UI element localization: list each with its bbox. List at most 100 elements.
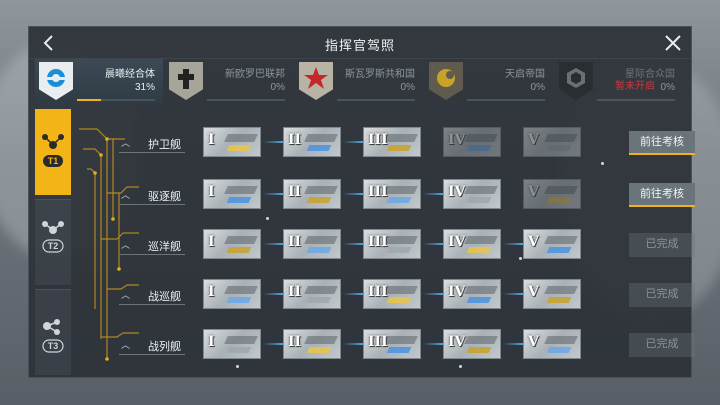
completed-label: 已完成 <box>629 283 695 307</box>
chevron-up-icon: ︿ <box>121 138 131 148</box>
ship-art <box>304 134 338 142</box>
license-level-card[interactable]: IV <box>443 279 501 309</box>
license-level-card[interactable]: IV <box>443 329 501 359</box>
license-level-card[interactable]: V <box>523 329 581 359</box>
faction-tab-3[interactable]: 斯瓦罗斯共和国 0% <box>295 59 423 105</box>
ship-class-button[interactable]: ︿ 护卫舰 <box>119 133 185 153</box>
ship-class-name: 战巡舰 <box>148 291 181 303</box>
ship-art <box>306 347 332 353</box>
tier-tab-t2[interactable]: T2 <box>35 199 71 285</box>
crest-emblem-icon <box>437 69 455 87</box>
ship-class-button[interactable]: ︿ 战列舰 <box>119 335 185 355</box>
ship-art <box>306 197 332 203</box>
progress-arrow <box>263 291 288 297</box>
ship-art <box>384 134 418 142</box>
license-level-card[interactable]: IV <box>443 127 501 157</box>
chevron-up-icon: ︿ <box>121 190 131 200</box>
license-level-card[interactable]: II <box>283 329 341 359</box>
tier-node-icon: T2 <box>42 221 64 253</box>
ship-art <box>544 336 578 344</box>
progress-arrow <box>343 241 368 247</box>
ship-art <box>224 134 258 142</box>
ship-art <box>464 236 498 244</box>
license-level-card[interactable]: V <box>523 229 581 259</box>
license-level-card[interactable]: I <box>203 179 261 209</box>
progress-arrow <box>423 191 448 197</box>
faction-emblem <box>559 62 593 100</box>
ship-class-button[interactable]: ︿ 驱逐舰 <box>119 185 185 205</box>
license-level-card[interactable]: I <box>203 279 261 309</box>
faction-progress: 0% <box>530 82 545 93</box>
progress-arrow <box>263 139 288 145</box>
go-assess-button[interactable]: 前往考核 <box>629 131 695 155</box>
level-numeral: IV <box>448 132 466 148</box>
license-level-card[interactable]: III <box>363 279 421 309</box>
faction-tab-2[interactable]: 新欧罗巴联邦 0% <box>165 59 293 105</box>
license-level-card[interactable]: III <box>363 127 421 157</box>
license-level-card[interactable]: III <box>363 329 421 359</box>
ship-art <box>546 297 572 303</box>
faction-tab-1[interactable]: 晨曦经合体 31% <box>35 59 163 105</box>
license-level-card[interactable]: V <box>523 279 581 309</box>
close-icon <box>665 35 681 51</box>
license-level-card[interactable]: II <box>283 127 341 157</box>
license-level-card[interactable]: I <box>203 229 261 259</box>
license-level-card[interactable]: IV <box>443 229 501 259</box>
ship-art <box>226 297 252 303</box>
ship-row: ︿ 巡洋舰 I II III IV V 已完成 <box>119 225 695 265</box>
level-numeral: III <box>368 234 388 250</box>
ship-art <box>224 336 258 344</box>
sparkle <box>266 217 269 220</box>
level-numeral: V <box>528 334 539 350</box>
star-emblem-icon <box>304 67 328 89</box>
level-numeral: IV <box>448 334 466 350</box>
ship-art <box>466 347 492 353</box>
faction-tab-4[interactable]: 天启帝国 0% <box>425 59 553 105</box>
faction-emblem <box>429 62 463 100</box>
ship-class-button[interactable]: ︿ 战巡舰 <box>119 285 185 305</box>
ship-class-name: 战列舰 <box>148 341 181 353</box>
ship-art <box>386 297 412 303</box>
ship-art <box>384 186 418 194</box>
license-level-card[interactable]: V <box>523 127 581 157</box>
ship-art <box>306 247 332 253</box>
level-numeral: II <box>288 184 302 200</box>
ship-art <box>546 197 572 203</box>
level-numeral: III <box>368 184 388 200</box>
ship-art <box>464 286 498 294</box>
ship-art <box>544 236 578 244</box>
license-panel: 指挥官驾照 晨曦经合体 31% 新欧罗巴联邦 0% 斯瓦罗斯共和国 0% 天启帝… <box>28 26 695 378</box>
tier-node-icon: T3 <box>42 319 64 353</box>
level-numeral: IV <box>448 184 466 200</box>
license-level-card[interactable]: IV <box>443 179 501 209</box>
ship-art <box>466 247 492 253</box>
go-assess-button[interactable]: 前往考核 <box>629 183 695 207</box>
tier-tab-t1[interactable]: T1 <box>35 109 71 195</box>
license-level-card[interactable]: II <box>283 179 341 209</box>
ship-art <box>304 236 338 244</box>
license-level-card[interactable]: II <box>283 279 341 309</box>
faction-tab-5[interactable]: 星际合众国 暂未开启 0% <box>555 59 683 105</box>
faction-name: 天启帝国 <box>505 69 545 80</box>
tier-label: T1 <box>48 156 59 166</box>
license-level-card[interactable]: III <box>363 179 421 209</box>
ship-art <box>544 286 578 294</box>
license-level-card[interactable]: III <box>363 229 421 259</box>
sparkle <box>236 365 239 368</box>
faction-emblem <box>299 62 333 100</box>
ship-art <box>226 347 252 353</box>
progress-arrow <box>503 341 528 347</box>
license-level-card[interactable]: II <box>283 229 341 259</box>
faction-progress: 0% <box>400 82 415 93</box>
tier-tab-t3[interactable]: T3 <box>35 289 71 375</box>
close-button[interactable] <box>663 33 683 53</box>
faction-name: 新欧罗巴联邦 <box>225 69 285 80</box>
ship-class-button[interactable]: ︿ 巡洋舰 <box>119 235 185 255</box>
license-level-card[interactable]: I <box>203 127 261 157</box>
license-level-card[interactable]: V <box>523 179 581 209</box>
level-numeral: III <box>368 284 388 300</box>
license-level-card[interactable]: I <box>203 329 261 359</box>
ship-art <box>464 336 498 344</box>
ship-art <box>464 186 498 194</box>
ship-art <box>546 347 572 353</box>
